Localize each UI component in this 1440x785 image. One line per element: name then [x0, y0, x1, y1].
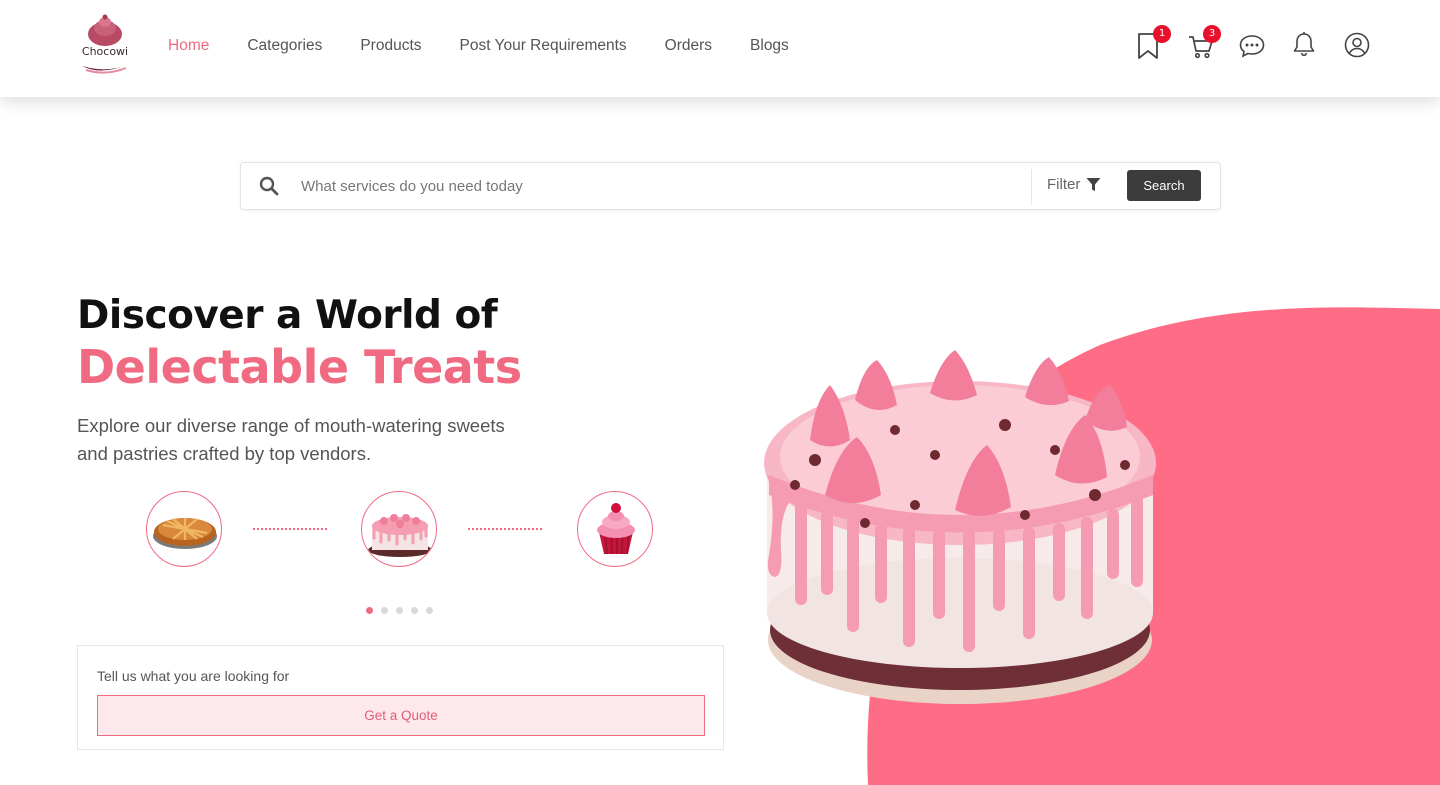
search-input[interactable]	[301, 171, 1021, 201]
thumbnail-cake[interactable]	[361, 491, 437, 567]
carousel-pager	[366, 607, 433, 614]
chat-icon	[1239, 35, 1265, 58]
hero-title-line2: Delectable Treats	[77, 340, 522, 394]
filter-label: Filter	[1047, 176, 1081, 193]
hero-cake-image	[764, 350, 1156, 704]
thumbnail-pie[interactable]	[146, 491, 222, 567]
search-bar: Filter Search	[240, 162, 1221, 210]
thumbnail-connector	[468, 528, 542, 530]
cake-icon	[368, 514, 432, 557]
nav-blogs[interactable]: Blogs	[750, 37, 789, 55]
nav-orders[interactable]: Orders	[665, 37, 712, 55]
funnel-icon	[1086, 178, 1101, 191]
quote-card: Tell us what you are looking for Get a Q…	[77, 645, 724, 750]
cart-button[interactable]: 3	[1188, 25, 1221, 60]
pager-dot[interactable]	[411, 607, 418, 614]
brand-name: Chocowi	[81, 45, 129, 58]
hero-description: Explore our diverse range of mouth-water…	[77, 415, 505, 464]
profile-button[interactable]	[1344, 32, 1370, 58]
brand-logo[interactable]: Chocowi	[76, 14, 134, 76]
notifications-button[interactable]	[1292, 31, 1318, 57]
pager-dot[interactable]	[366, 607, 373, 614]
user-icon	[1344, 32, 1370, 58]
nav-post-requirements[interactable]: Post Your Requirements	[460, 37, 627, 55]
bell-icon	[1293, 32, 1315, 57]
wishlist-count-badge: 1	[1153, 25, 1171, 43]
wishlist-button[interactable]: 1	[1136, 25, 1171, 59]
filter-button[interactable]: Filter	[1047, 176, 1101, 193]
search-icon	[259, 176, 279, 201]
search-divider	[1031, 169, 1032, 205]
main-nav: Home Categories Products Post Your Requi…	[168, 0, 827, 92]
messages-button[interactable]	[1239, 34, 1265, 60]
pie-icon	[153, 518, 217, 549]
thumbnail-connector	[253, 528, 327, 530]
nav-home[interactable]: Home	[168, 37, 209, 55]
site-header: Chocowi Home Categories Products Post Yo…	[0, 0, 1440, 97]
nav-categories[interactable]: Categories	[247, 37, 322, 55]
quote-label: Tell us what you are looking for	[97, 668, 290, 684]
get-quote-button[interactable]: Get a Quote	[97, 695, 705, 736]
nav-products[interactable]: Products	[360, 37, 421, 55]
thumbnail-cupcake[interactable]	[577, 491, 653, 567]
pager-dot[interactable]	[381, 607, 388, 614]
pager-dot[interactable]	[426, 607, 433, 614]
cart-count-badge: 3	[1203, 25, 1221, 43]
pager-dot[interactable]	[396, 607, 403, 614]
cupcake-icon	[597, 503, 635, 555]
hero-title-line1: Discover a World of	[77, 293, 498, 338]
search-button[interactable]: Search	[1127, 170, 1201, 201]
